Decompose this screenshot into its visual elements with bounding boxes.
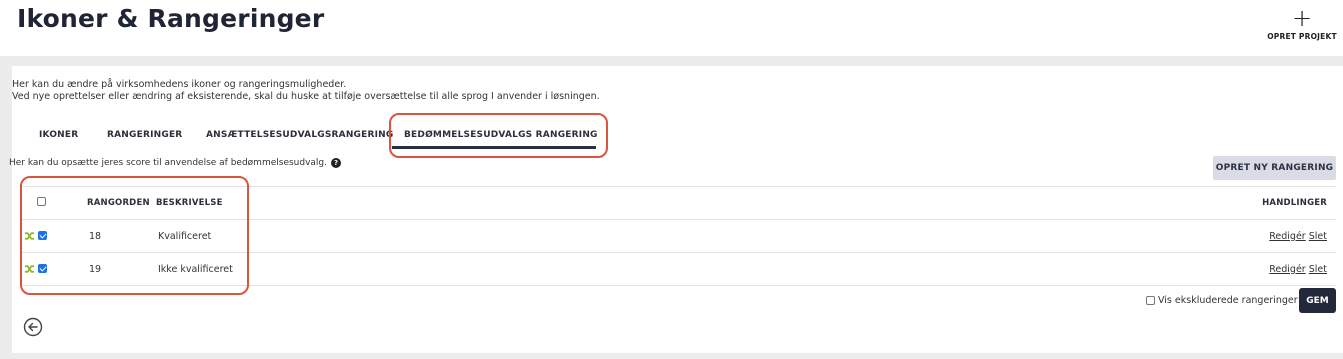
create-project-label: OPRET PROJEKT	[1267, 32, 1337, 41]
tab-rangeringer[interactable]: RANGERINGER	[107, 130, 182, 140]
column-header-actions: HANDLINGER	[1262, 198, 1327, 208]
top-bar: Ikoner & Rangeringer + OPRET PROJEKT	[0, 0, 1343, 56]
save-button[interactable]: GEM	[1299, 288, 1336, 313]
create-project-button[interactable]: + OPRET PROJEKT	[1267, 4, 1337, 41]
intro-line-2: Ved nye oprettelser eller ændring af eks…	[12, 91, 600, 102]
section-description-text: Her kan du opsætte jeres score til anven…	[9, 158, 327, 168]
row-actions: Redigér Slet	[1269, 231, 1327, 242]
delete-link[interactable]: Slet	[1309, 231, 1327, 242]
intro-text: Her kan du ændre på virksomhedens ikoner…	[12, 79, 600, 103]
row-actions: Redigér Slet	[1269, 264, 1327, 275]
arrow-left-circle-icon[interactable]	[23, 317, 43, 337]
show-excluded-checkbox[interactable]	[1146, 296, 1155, 305]
highlight-table-rows	[20, 176, 249, 295]
tab-ikoner[interactable]: IKONER	[39, 130, 78, 140]
edit-link[interactable]: Redigér	[1269, 264, 1305, 275]
create-ranking-button[interactable]: OPRET NY RANGERING	[1213, 156, 1336, 180]
intro-line-1: Her kan du ændre på virksomhedens ikoner…	[12, 79, 347, 90]
question-icon[interactable]: ?	[331, 158, 341, 168]
delete-link[interactable]: Slet	[1309, 264, 1327, 275]
show-excluded-option[interactable]: Vis ekskluderede rangeringer	[1146, 295, 1298, 306]
tab-ansaettelsesudvalgsrangering[interactable]: ANSÆTTELSESUDVALGSRANGERING	[206, 130, 394, 140]
page-title: Ikoner & Rangeringer	[17, 4, 325, 33]
highlight-active-tab	[389, 113, 608, 158]
plus-icon: +	[1291, 4, 1313, 32]
edit-link[interactable]: Redigér	[1269, 231, 1305, 242]
section-description: Her kan du opsætte jeres score til anven…	[9, 158, 341, 168]
show-excluded-label: Vis ekskluderede rangeringer	[1158, 295, 1298, 306]
